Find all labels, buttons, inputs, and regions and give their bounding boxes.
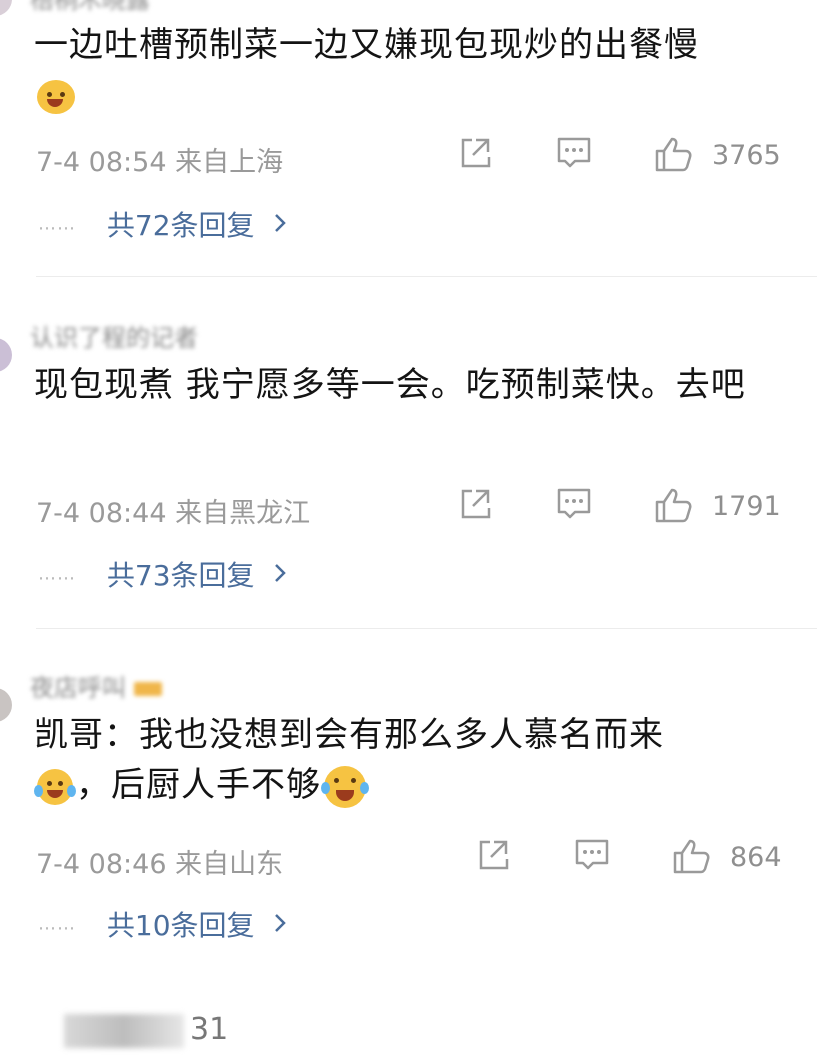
replies-dots: …… (38, 213, 76, 235)
comment-icon[interactable] (574, 838, 609, 872)
thumbs-up-icon[interactable] (654, 136, 692, 172)
thumbs-up-icon[interactable] (654, 487, 692, 523)
comment-text: 一边吐槽预制菜一边又嫌现包现炒的出餐慢 (34, 20, 794, 120)
replies-dots: …… (38, 563, 76, 585)
like-count: 3765 (712, 140, 781, 171)
next-comment-username: 31 (64, 1012, 228, 1048)
comment-username[interactable]: 夜店呼叫 (30, 668, 162, 703)
shrug-emoji (37, 79, 75, 114)
view-replies-link[interactable]: 共10条回复 (107, 909, 255, 942)
chevron-right-icon[interactable] (273, 558, 287, 591)
comment-text: 现包现煮 我宁愿多等一会。吃预制菜快。去吧 (34, 360, 794, 410)
avatar[interactable] (0, 338, 12, 372)
replies-row: …… 共72条回复 (38, 204, 287, 244)
comment-icon[interactable] (556, 136, 591, 170)
comment-meta: 7-4 08:44 来自黑龙江 1791 (36, 487, 817, 529)
divider (36, 276, 817, 277)
comment-time-location: 7-4 08:46 来自山东 (36, 849, 284, 880)
blurred-username (64, 1013, 184, 1048)
avatar[interactable] (0, 688, 12, 722)
comment-username[interactable]: 梧桐木晓露 (30, 0, 150, 15)
chevron-right-icon[interactable] (273, 208, 287, 241)
comment-username-text: 夜店呼叫 (30, 674, 126, 702)
comment-text-part1: 凯哥：我也没想到会有那么多人慕名而来 (34, 715, 664, 755)
comment-meta: 7-4 08:46 来自山东 864 (36, 838, 817, 880)
view-replies-link[interactable]: 共72条回复 (107, 209, 255, 242)
divider (36, 628, 817, 629)
chevron-right-icon[interactable] (273, 908, 287, 941)
comment-icon[interactable] (556, 487, 591, 521)
comment-text-part2: ，后厨人手不够 (76, 765, 321, 805)
comment-time-location: 7-4 08:54 来自上海 (36, 147, 284, 178)
replies-row: …… 共73条回复 (38, 554, 287, 594)
partial-username-text: 31 (190, 1012, 229, 1047)
laughing-emoji (321, 765, 369, 808)
view-replies-link[interactable]: 共73条回复 (107, 559, 255, 592)
like-count: 864 (730, 842, 782, 873)
comment-text-content: 一边吐槽预制菜一边又嫌现包现炒的出餐慢 (34, 25, 699, 65)
comment-meta: 7-4 08:54 来自上海 3765 (36, 136, 817, 178)
member-badge-icon (134, 682, 162, 696)
replies-row: …… 共10条回复 (38, 904, 287, 944)
like-count: 1791 (712, 491, 781, 522)
share-icon[interactable] (458, 136, 492, 170)
laughing-crying-emoji (34, 768, 76, 805)
replies-dots: …… (38, 913, 76, 935)
avatar[interactable] (0, 0, 12, 16)
comment-text: 凯哥：我也没想到会有那么多人慕名而来 ，后厨人手不够 (34, 710, 794, 810)
thumbs-up-icon[interactable] (672, 838, 710, 874)
comment-username[interactable]: 认识了程的记者 (30, 318, 198, 353)
share-icon[interactable] (458, 487, 492, 521)
share-icon[interactable] (476, 838, 510, 872)
comment-time-location: 7-4 08:44 来自黑龙江 (36, 498, 311, 529)
comment-text-content: 现包现煮 我宁愿多等一会。吃预制菜快。去吧 (34, 365, 746, 405)
